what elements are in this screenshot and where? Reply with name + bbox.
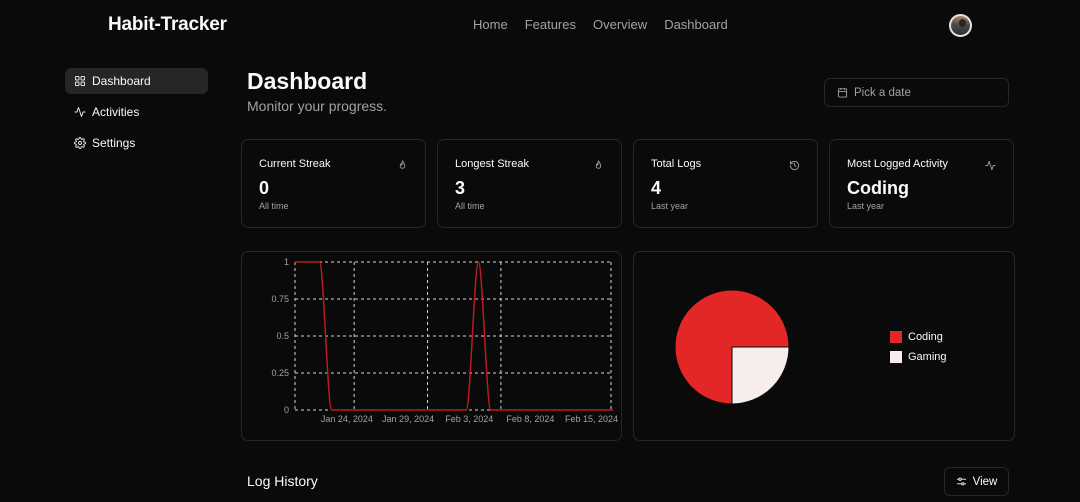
activity-pie-chart-card: Coding Gaming bbox=[633, 251, 1015, 441]
y-tick-label: 0.25 bbox=[271, 368, 289, 378]
page-subtitle: Monitor your progress. bbox=[247, 98, 388, 114]
activity-icon bbox=[985, 158, 996, 171]
stat-value: 4 bbox=[651, 178, 662, 198]
sidebar-item-settings[interactable]: Settings bbox=[65, 130, 208, 156]
pie-legend: Coding Gaming bbox=[890, 327, 947, 367]
stat-card-most-logged: Most Logged Activity Coding Last year bbox=[829, 139, 1014, 228]
x-tick-label: Jan 24, 2024 bbox=[321, 414, 373, 424]
sidebar-item-label: Activities bbox=[92, 105, 140, 119]
x-tick-label: Feb 8, 2024 bbox=[506, 414, 554, 424]
y-tick-label: 0.75 bbox=[271, 294, 289, 304]
sidebar-item-label: Settings bbox=[92, 136, 136, 150]
activity-icon bbox=[74, 107, 86, 117]
sliders-icon bbox=[956, 477, 966, 486]
nav-overview[interactable]: Overview bbox=[593, 17, 647, 32]
stat-card-total-logs: Total Logs 4 Last year bbox=[633, 139, 818, 228]
sidebar-item-dashboard[interactable]: Dashboard bbox=[65, 68, 208, 94]
gear-icon bbox=[74, 137, 86, 149]
activity-pie-chart bbox=[674, 289, 790, 405]
stat-label: Total Logs bbox=[651, 158, 702, 170]
legend-label: Gaming bbox=[908, 351, 947, 363]
y-tick-label: 0 bbox=[284, 405, 289, 415]
flame-icon bbox=[593, 158, 604, 169]
date-picker-button[interactable]: Pick a date bbox=[824, 78, 1009, 107]
log-history-title: Log History bbox=[247, 473, 318, 489]
grid-icon bbox=[75, 76, 85, 86]
stat-value: 0 bbox=[259, 178, 270, 198]
stat-card-current-streak: Current Streak 0 All time bbox=[241, 139, 426, 228]
stat-sub: All time bbox=[259, 201, 289, 211]
view-label: View bbox=[972, 475, 998, 488]
legend-item-gaming[interactable]: Gaming bbox=[890, 347, 947, 367]
avatar-image bbox=[951, 16, 970, 35]
stat-sub: Last year bbox=[651, 201, 689, 211]
calendar-icon bbox=[837, 87, 848, 98]
stat-value: Coding bbox=[847, 178, 909, 198]
nav-dashboard[interactable]: Dashboard bbox=[664, 17, 728, 32]
streak-line-chart: 0 0.25 0.5 0.75 1 Jan 24, 2024 Jan 29, 2024 Feb… bbox=[271, 257, 618, 424]
streak-line-chart-card: 0 0.25 0.5 0.75 1 Jan 24, 2024 Jan 29, 2024 Feb… bbox=[241, 251, 622, 441]
top-navbar: Habit-Tracker Home Features Overview Das… bbox=[0, 0, 1080, 52]
stat-label: Most Logged Activity bbox=[847, 158, 948, 170]
x-tick-label: Feb 3, 2024 bbox=[445, 414, 493, 424]
flame-icon bbox=[397, 158, 408, 169]
x-tick-label: Feb 15, 2024 bbox=[565, 414, 618, 424]
sidebar: Dashboard Activities Settings bbox=[65, 68, 208, 161]
sidebar-item-activities[interactable]: Activities bbox=[65, 99, 208, 125]
stat-label: Longest Streak bbox=[455, 158, 529, 170]
main-nav: Home Features Overview Dashboard bbox=[473, 17, 728, 32]
date-picker-placeholder: Pick a date bbox=[854, 86, 911, 99]
y-tick-label: 1 bbox=[284, 257, 289, 267]
stat-sub: Last year bbox=[847, 201, 885, 211]
history-icon bbox=[789, 158, 800, 171]
stat-card-longest-streak: Longest Streak 3 All time bbox=[437, 139, 622, 228]
nav-features[interactable]: Features bbox=[525, 17, 576, 32]
user-avatar[interactable] bbox=[949, 14, 972, 37]
stat-sub: All time bbox=[455, 201, 485, 211]
legend-label: Coding bbox=[908, 331, 943, 343]
stat-label: Current Streak bbox=[259, 158, 331, 170]
page-title: Dashboard bbox=[247, 68, 368, 94]
view-options-button[interactable]: View bbox=[944, 467, 1009, 496]
legend-item-coding[interactable]: Coding bbox=[890, 327, 947, 347]
nav-home[interactable]: Home bbox=[473, 17, 508, 32]
brand-logo[interactable]: Habit-Tracker bbox=[108, 14, 227, 36]
legend-swatch-gaming bbox=[890, 351, 902, 363]
x-tick-label: Jan 29, 2024 bbox=[382, 414, 434, 424]
legend-swatch-coding bbox=[890, 331, 902, 343]
sidebar-item-label: Dashboard bbox=[92, 74, 151, 88]
stat-value: 3 bbox=[455, 178, 466, 198]
y-tick-label: 0.5 bbox=[276, 331, 289, 341]
pie-slice-gaming[interactable] bbox=[731, 346, 790, 405]
